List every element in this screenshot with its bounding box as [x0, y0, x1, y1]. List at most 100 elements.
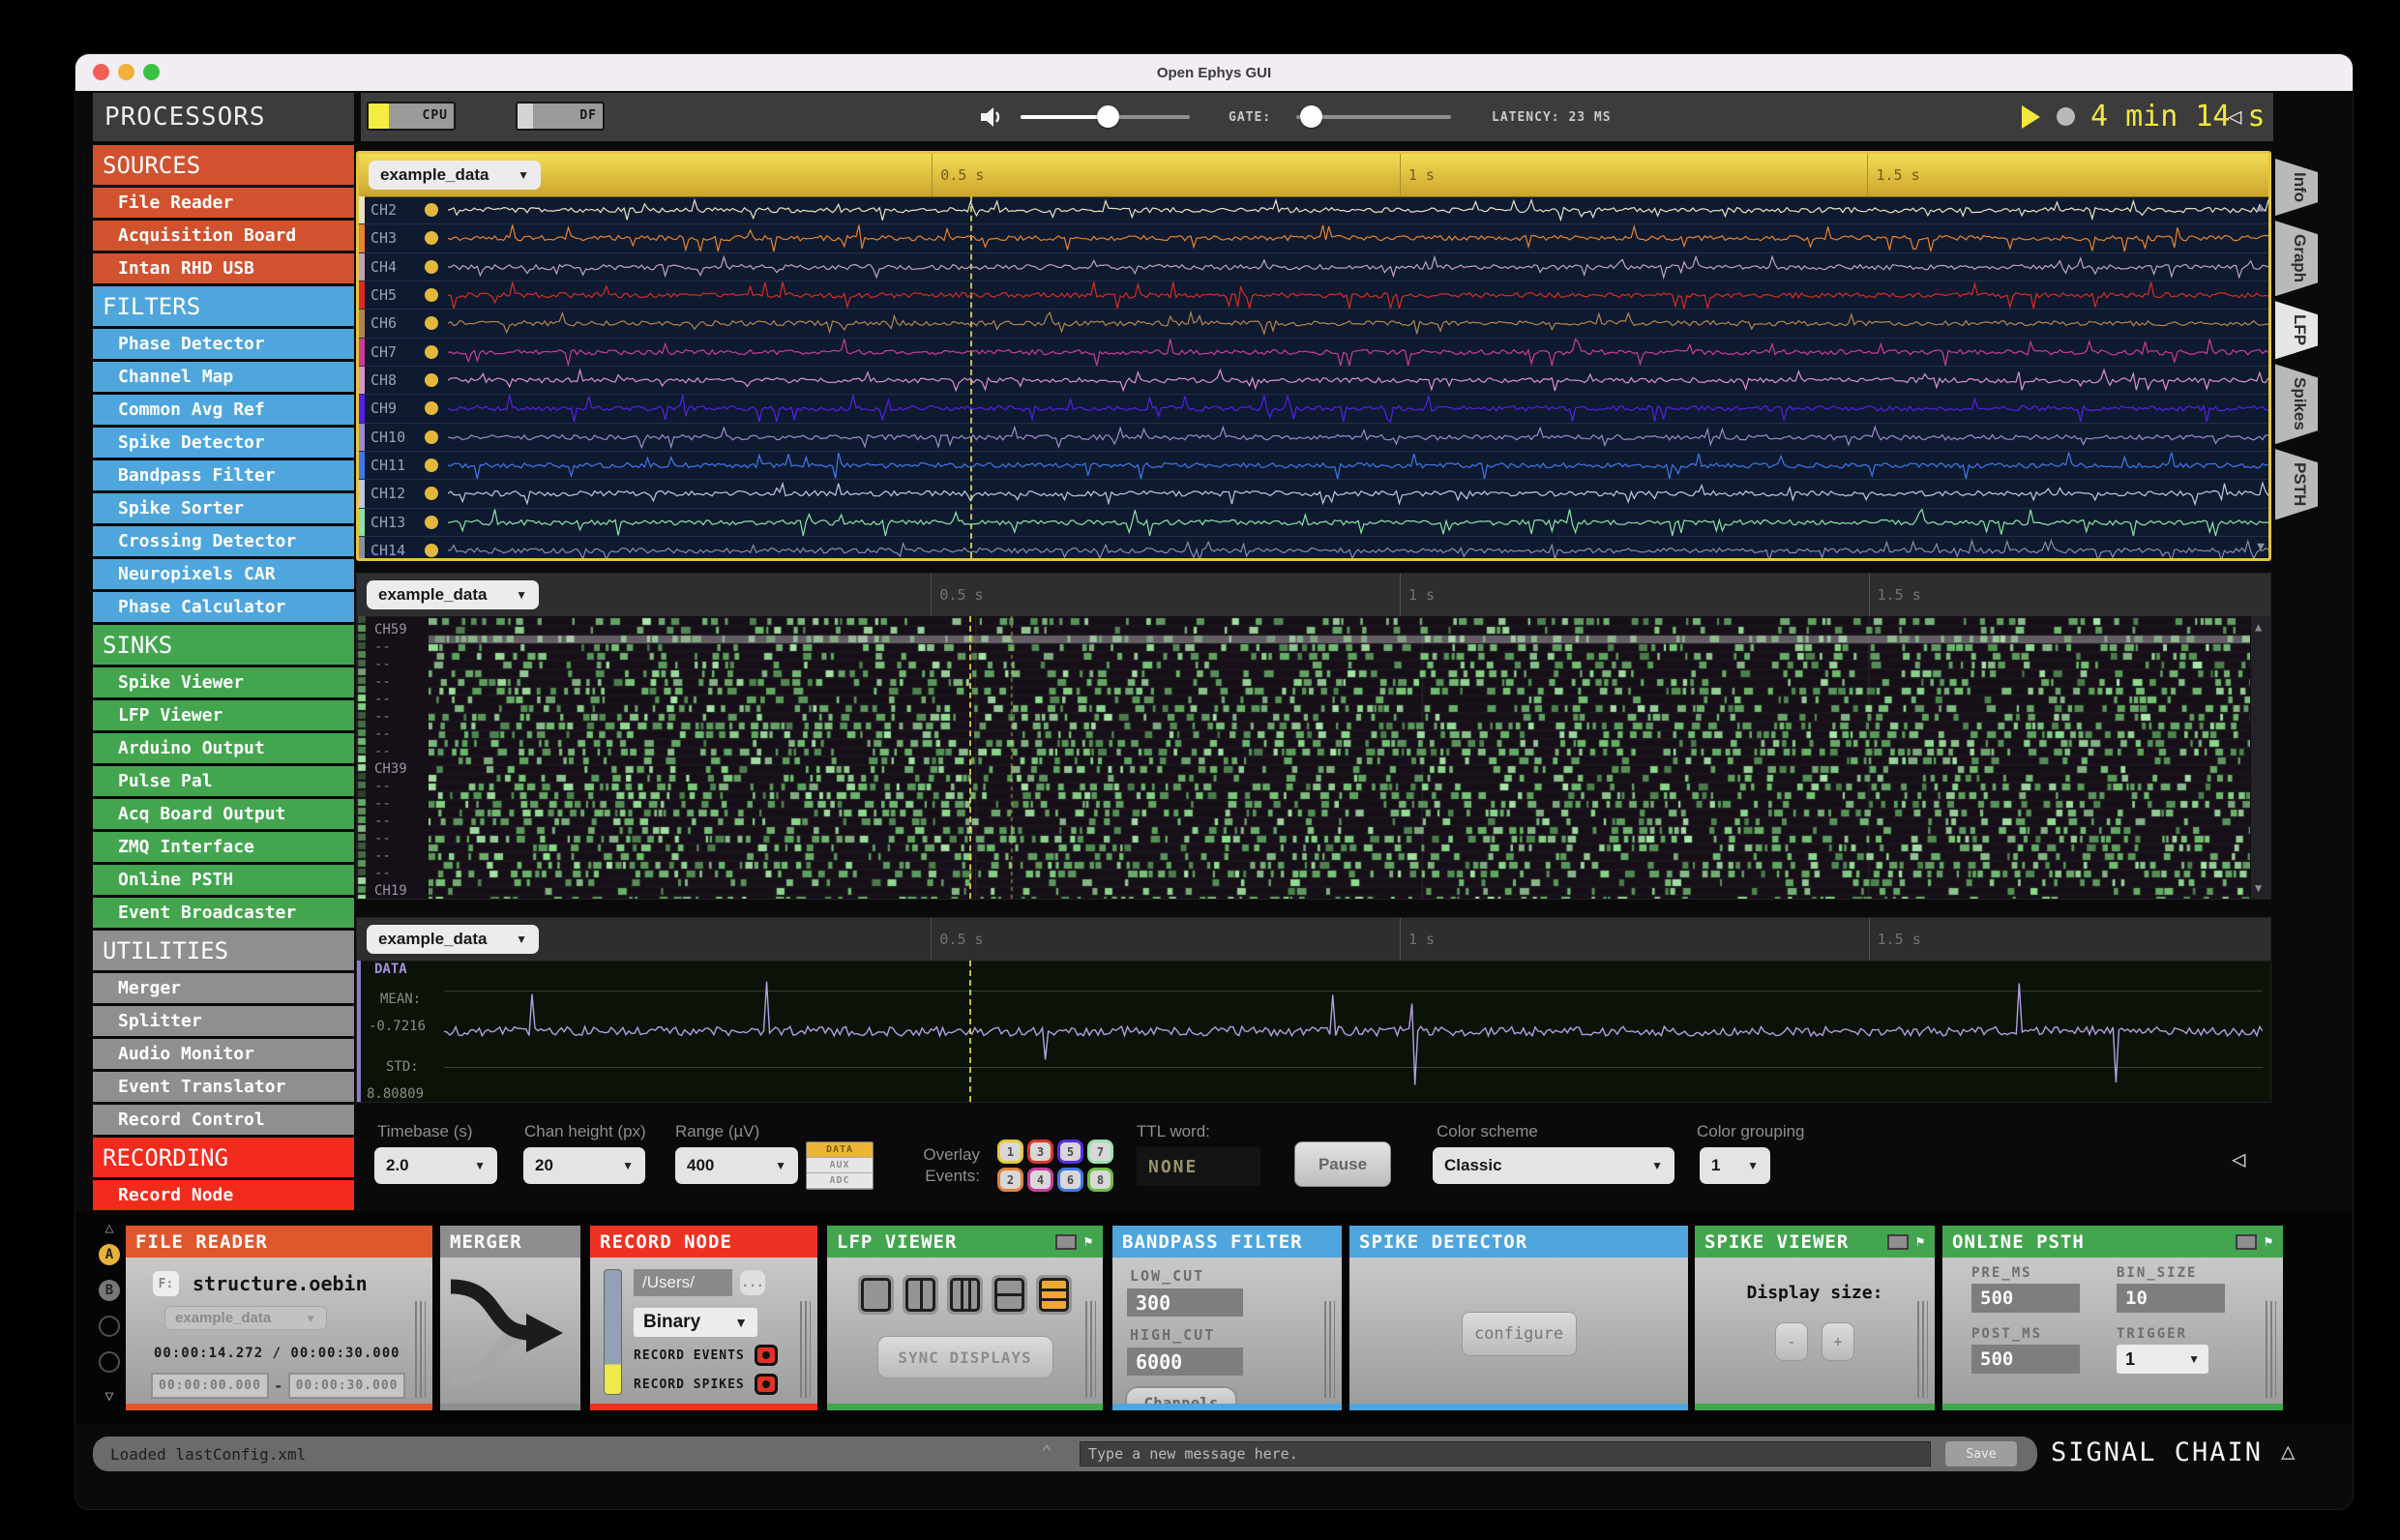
disk-meter[interactable]: DF	[516, 102, 605, 131]
save-message-button[interactable]: Save	[1945, 1441, 2017, 1466]
pin-tab-icon[interactable]: ⚑	[2265, 1235, 2273, 1249]
signal-chain-collapse-icon[interactable]: △	[2281, 1437, 2295, 1465]
drag-grip[interactable]	[1324, 1301, 1335, 1398]
layout-2col-button[interactable]	[903, 1275, 938, 1315]
drag-grip[interactable]	[415, 1301, 426, 1398]
raster-stream-selector[interactable]: example_data ▼	[367, 580, 539, 609]
module-spike-viewer[interactable]: SPIKE VIEWER ⚑ Display size: - +	[1695, 1226, 1935, 1410]
trace-stream-selector[interactable]: example_data ▼	[367, 925, 539, 954]
record-engine-dropdown[interactable]: Binary ▼	[634, 1308, 757, 1337]
module-spike-detector[interactable]: SPIKE DETECTOR configure	[1349, 1226, 1688, 1410]
processor-item-online-psth[interactable]: Online PSTH	[93, 865, 354, 898]
raster-display[interactable]: CH59 -- -- -- -- -- -- -- CH39 -- -- -- -- -- -- CH19 ▲…	[357, 616, 2270, 899]
pin-tab-icon[interactable]: ⚑	[1916, 1235, 1925, 1249]
record-path-field[interactable]: /Users/	[634, 1269, 732, 1296]
trigger-dropdown[interactable]: 1 ▼	[2117, 1345, 2208, 1374]
module-header[interactable]: LFP VIEWER ⚑	[827, 1226, 1103, 1258]
scroll-down-icon[interactable]: ▼	[2255, 881, 2262, 895]
module-header[interactable]: SPIKE VIEWER ⚑	[1695, 1226, 1935, 1258]
signal-type-data-button[interactable]: DATA	[807, 1142, 873, 1158]
lfp-stream-selector[interactable]: example_data ▼	[369, 161, 541, 190]
volume-slider-thumb[interactable]	[1097, 105, 1119, 128]
lfp-channel-row-ch5[interactable]: CH5	[359, 281, 2268, 311]
chain-slot-empty[interactable]	[99, 1316, 120, 1337]
gate-slider[interactable]	[1296, 105, 1451, 128]
zoom-window-button[interactable]	[143, 64, 160, 80]
low-cut-field[interactable]: 300	[1127, 1288, 1243, 1317]
processor-item-intan-rhd-usb[interactable]: Intan RHD USB	[93, 253, 354, 286]
overlay-event-button-7[interactable]: 7	[1087, 1140, 1113, 1164]
start-time-field[interactable]: 00:00:00.000	[151, 1373, 269, 1399]
processor-item-file-reader[interactable]: File Reader	[93, 188, 354, 221]
color-scheme-dropdown[interactable]: Classic ▼	[1433, 1147, 1674, 1184]
pause-button[interactable]: Pause	[1294, 1141, 1391, 1187]
module-header[interactable]: RECORD NODE	[590, 1226, 817, 1258]
processor-item-zmq-interface[interactable]: ZMQ Interface	[93, 832, 354, 865]
file-select-button[interactable]: F:	[153, 1271, 179, 1296]
processor-item-merger[interactable]: Merger	[93, 973, 354, 1006]
channel-enable-dot[interactable]	[425, 544, 438, 558]
overlay-event-button-8[interactable]: 8	[1087, 1168, 1113, 1192]
module-header[interactable]: ONLINE PSTH ⚑	[1942, 1226, 2283, 1258]
overlay-event-button-5[interactable]: 5	[1057, 1140, 1083, 1164]
channel-enable-dot[interactable]	[425, 487, 438, 501]
module-header[interactable]: FILE READER	[126, 1226, 432, 1258]
channel-enable-dot[interactable]	[425, 401, 438, 416]
gate-slider-thumb[interactable]	[1300, 105, 1322, 128]
tab-graph[interactable]: Graph	[2275, 221, 2318, 296]
channels-button[interactable]: Channels	[1125, 1386, 1237, 1404]
lfp-channel-row-ch8[interactable]: CH8	[359, 366, 2268, 396]
cpu-meter[interactable]: CPU	[367, 102, 456, 131]
lfp-channel-row-ch9[interactable]: CH9	[359, 395, 2268, 424]
tab-psth[interactable]: PSTH	[2275, 449, 2318, 519]
processor-item-spike-detector[interactable]: Spike Detector	[93, 428, 354, 460]
close-window-button[interactable]	[93, 64, 109, 80]
module-file-reader[interactable]: FILE READER F: structure.oebin example_d…	[126, 1226, 432, 1410]
expand-console-icon[interactable]: ⌃	[1041, 1440, 1052, 1464]
lfp-channel-row-ch2[interactable]: CH2	[359, 196, 2268, 225]
lfp-channel-row-ch3[interactable]: CH3	[359, 224, 2268, 253]
processor-item-common-avg-ref[interactable]: Common Avg Ref	[93, 395, 354, 428]
channel-enable-dot[interactable]	[425, 429, 438, 444]
channel-enable-dot[interactable]	[425, 344, 438, 359]
overlay-event-button-4[interactable]: 4	[1027, 1168, 1053, 1192]
module-header[interactable]: SPIKE DETECTOR	[1349, 1226, 1688, 1258]
layout-2row-button[interactable]	[992, 1275, 1027, 1315]
filereader-stream-dropdown[interactable]: example_data ▼	[164, 1306, 327, 1330]
raster-scrollbar[interactable]: ▲ ▼	[2250, 616, 2270, 899]
high-cut-field[interactable]: 6000	[1127, 1348, 1243, 1376]
display-size-decrease-button[interactable]: -	[1775, 1322, 1808, 1361]
sync-displays-button[interactable]: SYNC DISPLAYS	[876, 1336, 1053, 1378]
color-grouping-dropdown[interactable]: 1 ▼	[1700, 1147, 1770, 1184]
processor-item-acquisition-board[interactable]: Acquisition Board	[93, 221, 354, 253]
drag-grip[interactable]	[2266, 1301, 2276, 1398]
lfp-channel-row-ch13[interactable]: CH13	[359, 508, 2268, 537]
channel-enable-dot[interactable]	[425, 288, 438, 303]
tab-lfp[interactable]: LFP	[2275, 301, 2318, 359]
post-ms-field[interactable]: 500	[1971, 1345, 2080, 1374]
open-window-icon[interactable]	[1886, 1233, 1909, 1250]
module-bandpass-filter[interactable]: BANDPASS FILTER LOW_CUT 300 HIGH_CUT 600…	[1112, 1226, 1342, 1410]
processor-item-event-broadcaster[interactable]: Event Broadcaster	[93, 898, 354, 931]
processor-item-pulse-pal[interactable]: Pulse Pal	[93, 766, 354, 799]
layout-1-button[interactable]	[858, 1275, 894, 1315]
chain-slot-empty[interactable]	[99, 1351, 120, 1373]
processor-item-record-control[interactable]: Record Control	[93, 1105, 354, 1138]
pin-tab-icon[interactable]: ⚑	[1084, 1235, 1093, 1249]
signal-type-adc-button[interactable]: ADC	[807, 1173, 873, 1189]
lfp-channel-row-ch12[interactable]: CH12	[359, 480, 2268, 509]
scroll-up-icon[interactable]: ▲	[2257, 200, 2265, 215]
processor-item-spike-sorter[interactable]: Spike Sorter	[93, 493, 354, 526]
chain-slot-b[interactable]: B	[99, 1280, 120, 1301]
channel-enable-dot[interactable]	[425, 259, 438, 274]
layout-3col-button[interactable]	[947, 1275, 983, 1315]
processor-item-splitter[interactable]: Splitter	[93, 1006, 354, 1039]
tab-info[interactable]: Info	[2275, 159, 2318, 216]
signal-type-aux-button[interactable]: AUX	[807, 1158, 873, 1173]
drag-grip[interactable]	[1917, 1301, 1928, 1398]
lfp-channel-row-ch14[interactable]: CH14	[359, 536, 2268, 558]
open-window-icon[interactable]	[2235, 1233, 2257, 1250]
processor-item-bandpass-filter[interactable]: Bandpass Filter	[93, 460, 354, 493]
chain-slot-a[interactable]: A	[99, 1244, 120, 1265]
processor-item-event-translator[interactable]: Event Translator	[93, 1072, 354, 1105]
